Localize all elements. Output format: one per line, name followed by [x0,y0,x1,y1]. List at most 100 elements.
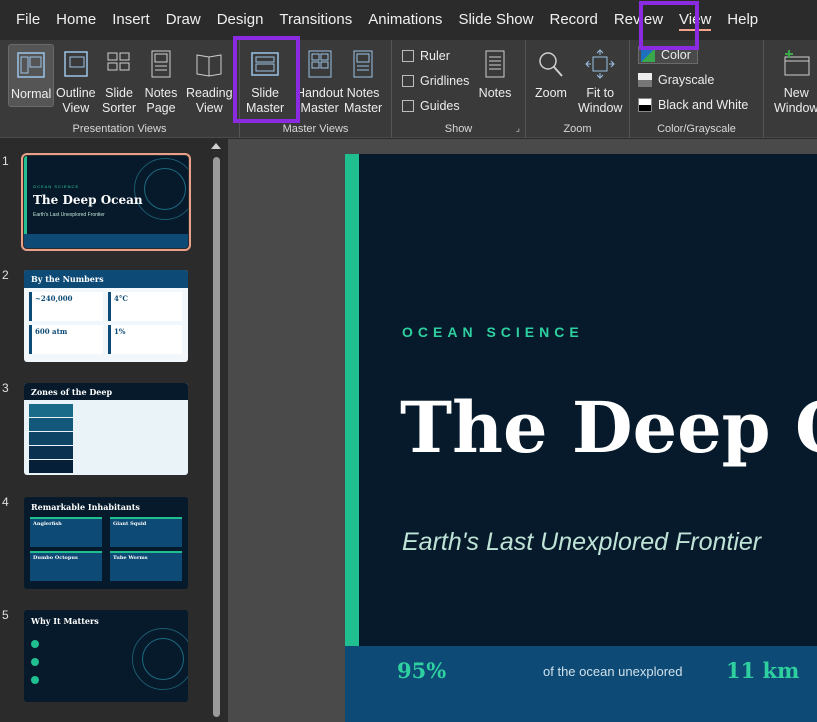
menu-transitions[interactable]: Transitions [271,0,360,40]
fit-to-window-icon [583,44,617,84]
menu-review[interactable]: Review [606,0,671,40]
thumbnails-scrollbar[interactable] [211,143,221,718]
thumb-circle-decoration-inner [144,168,186,210]
slide-thumbnail-1[interactable]: OCEAN SCIENCE The Deep Ocean Earth's Las… [21,153,191,251]
thumb-title: Why It Matters [31,616,99,626]
slide-master-icon [248,44,282,84]
master-views-group: Slide Master Handout Master Notes Master… [240,40,392,138]
slide-editing-area: OCEAN SCIENCE The Deep O Earth's Last Un… [228,139,817,722]
notes-master-icon [346,44,380,84]
thumb-title: The Deep Ocean [33,193,143,207]
menu-draw[interactable]: Draw [158,0,209,40]
normal-view-button[interactable]: Normal [8,44,55,107]
ruler-check-box[interactable] [402,50,414,62]
zoom-label: Zoom [563,123,592,135]
slide-thumbnail-4[interactable]: Remarkable Inhabitants Anglerfish Giant … [24,497,188,589]
zone-band [29,446,73,459]
menu-animations[interactable]: Animations [360,0,450,40]
menu-insert[interactable]: Insert [104,0,158,40]
thumb-card: 4°C [108,292,182,321]
outline-view-button[interactable]: Outline View [56,44,96,116]
grayscale-swatch-icon [638,73,652,87]
stat-label-1[interactable]: of the ocean unexplored [543,664,683,679]
thumb-number-2: 2 [2,268,9,282]
menu-help[interactable]: Help [719,0,766,40]
thumb-title: Zones of the Deep [31,387,113,397]
thumb-card: 1% [108,325,182,354]
thumb-subtitle: Earth's Last Unexplored Frontier [33,212,105,218]
slide-footer-band: 95% of the ocean unexplored 11 km [345,646,817,722]
thumb-title: By the Numbers [31,274,104,284]
color-swatch-icon [641,48,655,62]
reading-view-button[interactable]: Reading View [186,44,233,116]
notes-button[interactable]: Notes [478,44,512,101]
thumb-eyebrow: OCEAN SCIENCE [33,184,80,189]
thumb-card: Tube Worms [110,551,182,581]
dialog-launcher-icon[interactable]: ⌟ [516,123,520,134]
show-label: Show [444,123,473,135]
slide-accent-bar [345,154,359,646]
slide-eyebrow[interactable]: OCEAN SCIENCE [402,324,584,340]
thumb-card: Dumbo Octopus [30,551,102,581]
notes-master-button[interactable]: Notes Master [344,44,382,116]
menu-bar: File Home Insert Draw Design Transitions… [0,0,817,40]
thumb-card: ~240,000 [29,292,103,321]
slide-thumbnail-5[interactable]: Why It Matters [24,610,188,702]
menu-design[interactable]: Design [209,0,272,40]
menu-record[interactable]: Record [541,0,605,40]
scroll-thumb[interactable] [213,157,220,717]
notes-icon [478,44,512,84]
menu-view[interactable]: View [671,0,719,40]
menu-slide-show[interactable]: Slide Show [450,0,541,40]
slide-master-button[interactable]: Slide Master [246,44,284,116]
bullet-dot [31,676,39,684]
reading-view-icon [192,44,226,84]
current-slide[interactable]: OCEAN SCIENCE The Deep O Earth's Last Un… [345,154,817,722]
bullet-dot [31,658,39,666]
magnifier-icon [534,44,568,84]
ruler-checkbox[interactable]: Ruler [402,49,450,63]
thumb-number-1: 1 [2,154,9,168]
thumb-footer [24,234,188,248]
slide-subtitle[interactable]: Earth's Last Unexplored Frontier [402,528,761,557]
thumb-circle-decoration-inner [142,638,184,680]
new-window-button[interactable]: New Window [774,44,817,116]
color-grayscale-label: Color/Grayscale [657,123,736,135]
color-button[interactable]: Color [638,46,698,64]
color-grayscale-group: Color Grayscale Black and White Color/Gr… [630,40,764,138]
grayscale-button[interactable]: Grayscale [638,73,714,87]
handout-master-icon [303,44,337,84]
fit-to-window-button[interactable]: Fit to Window [578,44,622,116]
handout-master-button[interactable]: Handout Master [296,44,343,116]
thumb-accent-bar [24,156,27,234]
gridlines-checkbox[interactable]: Gridlines [402,74,469,88]
zone-band [29,418,73,431]
slide-sorter-button[interactable]: Slide Sorter [102,44,136,116]
notes-page-icon [144,44,178,84]
gridlines-check-box[interactable] [402,75,414,87]
stat-value-1[interactable]: 95% [397,658,446,683]
menu-file[interactable]: File [8,0,48,40]
thumb-number-3: 3 [2,381,9,395]
slide-thumbnail-2[interactable]: By the Numbers ~240,000 4°C 600 atm 1% [24,270,188,362]
window-group: New Window [764,40,817,138]
thumb-title: Remarkable Inhabitants [31,502,140,512]
master-views-label: Master Views [282,123,349,135]
thumb-card: 600 atm [29,325,103,354]
show-group: Ruler Gridlines Guides Notes Show ⌟ [392,40,526,138]
slide-thumbnail-3[interactable]: Zones of the Deep [24,383,188,475]
zoom-group: Zoom Fit to Window Zoom [526,40,630,138]
stat-value-2[interactable]: 11 km [726,658,799,683]
zoom-button[interactable]: Zoom [534,44,568,101]
guides-checkbox[interactable]: Guides [402,99,460,113]
menu-home[interactable]: Home [48,0,104,40]
presentation-views-group: Normal Outline View Slide Sorter Notes P… [0,40,240,138]
black-and-white-button[interactable]: Black and White [638,98,748,112]
thumb-card: Anglerfish [30,517,102,547]
scroll-up-arrow-icon[interactable] [211,143,221,149]
slide-thumbnails-pane: 1 OCEAN SCIENCE The Deep Ocean Earth's L… [0,139,228,722]
notes-page-button[interactable]: Notes Page [144,44,178,116]
slide-title[interactable]: The Deep O [400,386,817,469]
thumb-card: Giant Squid [110,517,182,547]
guides-check-box[interactable] [402,100,414,112]
